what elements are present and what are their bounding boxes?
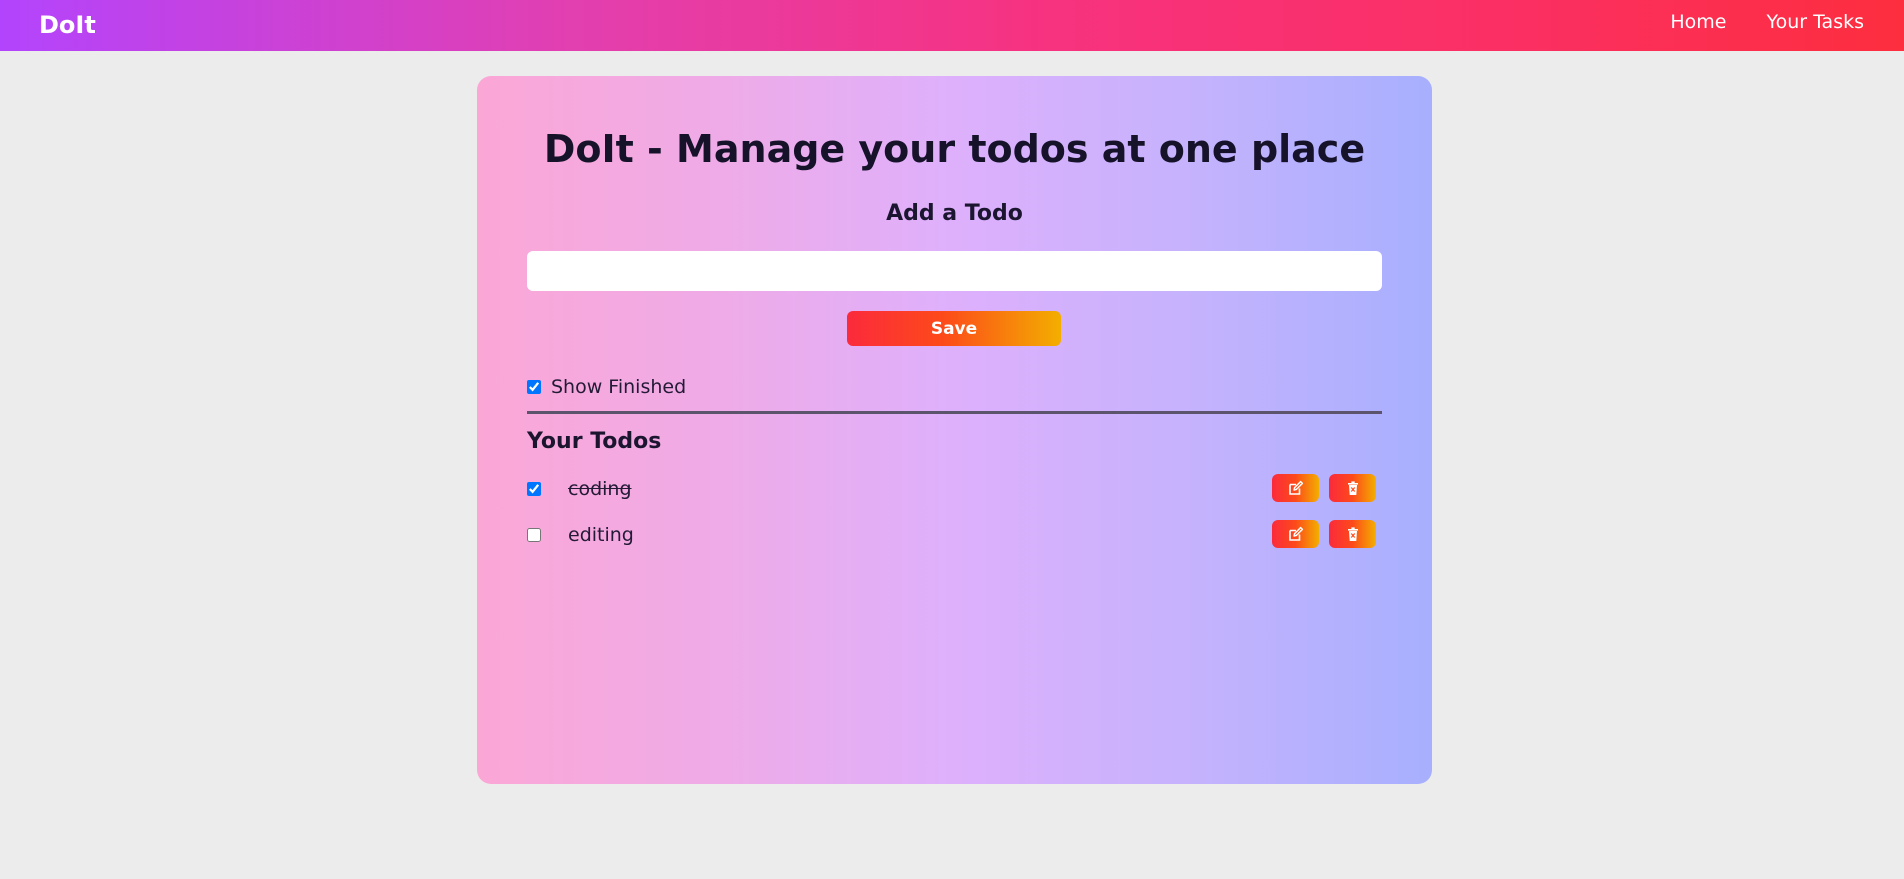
trash-icon [1347, 481, 1358, 495]
show-finished-checkbox[interactable] [527, 380, 541, 394]
save-button[interactable]: Save [847, 311, 1061, 346]
nav-links: Home Your Tasks [1670, 11, 1864, 33]
delete-button[interactable] [1329, 474, 1376, 502]
show-finished-label: Show Finished [551, 376, 687, 398]
todo-item: coding [527, 474, 1382, 504]
navbar: DoIt Home Your Tasks [0, 0, 1904, 51]
show-finished-toggle: Show Finished [527, 375, 686, 399]
delete-button[interactable] [1329, 520, 1376, 548]
todo-card: DoIt - Manage your todos at one place Ad… [477, 76, 1432, 784]
your-todos-heading: Your Todos [527, 429, 662, 454]
nav-link-your-tasks[interactable]: Your Tasks [1766, 11, 1864, 33]
edit-button[interactable] [1272, 474, 1319, 502]
todo-checkbox[interactable] [527, 482, 541, 496]
nav-link-home[interactable]: Home [1670, 11, 1726, 33]
divider [527, 411, 1382, 414]
add-todo-heading: Add a Todo [886, 201, 1023, 226]
todo-input[interactable] [527, 251, 1382, 291]
edit-icon [1288, 526, 1303, 541]
trash-icon [1347, 527, 1358, 541]
todo-item: editing [527, 520, 1382, 550]
todo-checkbox[interactable] [527, 528, 541, 542]
todo-text: editing [568, 524, 634, 546]
page-title: DoIt - Manage your todos at one place [543, 127, 1366, 171]
edit-icon [1288, 480, 1303, 495]
brand-logo[interactable]: DoIt [39, 10, 96, 40]
todo-text: coding [568, 478, 632, 500]
edit-button[interactable] [1272, 520, 1319, 548]
